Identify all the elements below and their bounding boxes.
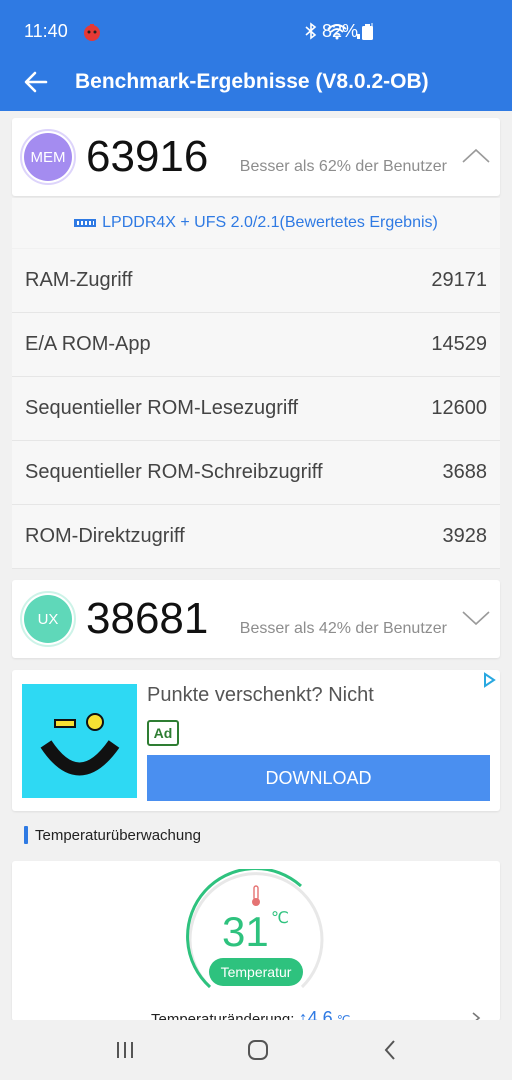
notification-icon (84, 24, 100, 41)
memory-type-label: LPDDR4X + UFS 2.0/2.1(Bewertetes Ergebni… (102, 214, 438, 231)
list-item: ROM-Direktzugriff 3928 (12, 505, 500, 569)
mem-detail-list: RAM-Zugriff 29171 E/A ROM-App 14529 Sequ… (12, 249, 500, 569)
page-title: Benchmark-Ergebnisse (V8.0.2-OB) (75, 70, 429, 93)
app-header: 11:40 82% Benchmark-Ergebnisse (V8.0.2-O… (0, 0, 512, 111)
section-marker (24, 826, 28, 844)
row-label: E/A ROM-App (25, 333, 151, 355)
ad-banner[interactable]: Punkte verschenkt? Nicht Ad DOWNLOAD (12, 670, 500, 811)
ad-logo-image[interactable] (22, 684, 137, 798)
list-item: E/A ROM-App 14529 (12, 313, 500, 377)
list-item: Sequentieller ROM-Schreibzugriff 3688 (12, 441, 500, 505)
status-time: 11:40 (24, 21, 68, 41)
download-button[interactable]: DOWNLOAD (147, 755, 490, 801)
home-icon[interactable] (244, 1038, 272, 1062)
list-item: Sequentieller ROM-Lesezugriff 12600 (12, 377, 500, 441)
battery-icon (362, 24, 373, 40)
memory-type-info: LPDDR4X + UFS 2.0/2.1(Bewertetes Ergebni… (12, 198, 500, 248)
mem-better-than: Besser als 62% der Benutzer (239, 158, 447, 175)
system-navigation-bar (0, 1020, 512, 1080)
chevron-down-icon[interactable] (460, 604, 492, 632)
ux-score: 38681 (86, 594, 209, 643)
row-value: 14529 (431, 333, 487, 355)
ux-better-than: Besser als 42% der Benutzer (239, 620, 447, 637)
chevron-up-icon[interactable] (460, 142, 492, 170)
mem-score-card[interactable]: MEM 63916 Besser als 62% der Benutzer (12, 118, 500, 196)
mem-score: 63916 (86, 132, 209, 181)
temperature-unit: ℃ (271, 910, 289, 927)
temperature-card: 31 ℃ Temperatur Temperaturänderung: ↑4.6… (12, 861, 500, 1021)
temperature-value: 31 (222, 908, 269, 955)
ram-chip-icon (74, 219, 97, 227)
row-label: Sequentieller ROM-Lesezugriff (25, 397, 299, 419)
section-title: Temperaturüberwachung (35, 827, 201, 844)
recent-apps-icon[interactable] (111, 1038, 139, 1062)
row-value: 29171 (431, 269, 487, 291)
ux-badge: UX (24, 595, 72, 643)
temperature-label: Temperatur (209, 958, 303, 986)
ad-title[interactable]: Punkte verschenkt? Nicht (147, 684, 374, 707)
ad-label-badge: Ad (147, 720, 179, 746)
row-label: Sequentieller ROM-Schreibzugriff (25, 461, 323, 483)
status-bar: 11:40 82% (0, 0, 512, 62)
battery-level: 82% (322, 21, 359, 41)
row-label: ROM-Direktzugriff (25, 525, 185, 547)
thermometer-icon (252, 885, 260, 906)
row-label: RAM-Zugriff (25, 269, 133, 291)
list-item: RAM-Zugriff 29171 (12, 249, 500, 313)
mem-badge: MEM (24, 133, 72, 181)
row-value: 3688 (442, 461, 488, 483)
back-arrow-icon[interactable] (22, 68, 50, 96)
row-value: 12600 (431, 397, 487, 419)
back-icon[interactable] (377, 1038, 405, 1062)
ad-choices-icon[interactable] (481, 672, 497, 688)
ux-score-card[interactable]: UX 38681 Besser als 42% der Benutzer (12, 580, 500, 658)
row-value: 3928 (442, 525, 488, 547)
bluetooth-icon (305, 22, 317, 40)
